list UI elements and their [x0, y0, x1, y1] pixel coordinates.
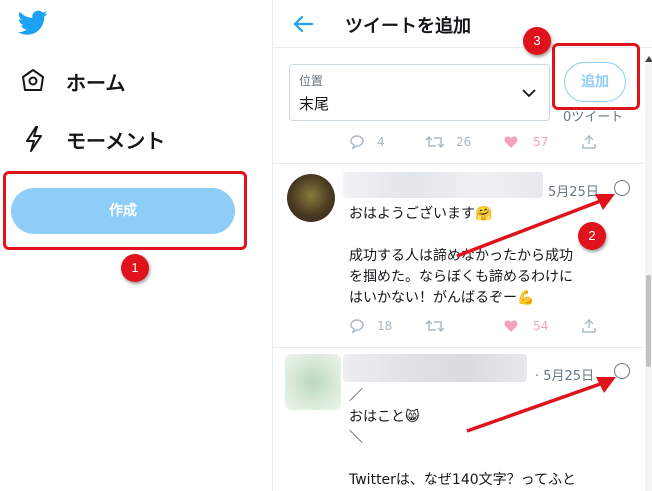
like-count: 54	[533, 319, 549, 333]
heart-icon[interactable]	[503, 135, 519, 149]
sidebar-item-moments[interactable]: モーメント	[20, 120, 240, 156]
retweet-count: 26	[456, 135, 472, 149]
lightning-icon	[26, 126, 42, 152]
heart-icon[interactable]	[503, 319, 519, 333]
scroll-up-arrow[interactable]	[645, 56, 652, 62]
share-icon[interactable]	[581, 318, 597, 334]
sidebar-item-label: ホーム	[66, 71, 126, 95]
retweet-icon[interactable]	[425, 318, 445, 334]
sidebar-item-home[interactable]: ホーム	[20, 62, 240, 98]
position-select-value: 末尾	[299, 95, 330, 113]
retweet-icon[interactable]	[425, 134, 445, 150]
annotation-badge-1: 1	[121, 254, 149, 282]
annotation-badge-2: 2	[578, 222, 606, 250]
chevron-down-icon	[522, 89, 536, 98]
scrollbar-thumb[interactable]	[646, 275, 651, 367]
back-arrow-icon[interactable]	[292, 14, 314, 34]
page-title: ツイートを追加	[345, 16, 471, 37]
twitter-logo-icon[interactable]	[18, 10, 48, 36]
sidebar-item-label: モーメント	[66, 129, 166, 153]
reply-count: 4	[377, 135, 385, 149]
highlight-box-3	[552, 43, 640, 110]
avatar	[285, 354, 341, 410]
highlight-box-1	[3, 171, 247, 250]
reply-count: 18	[377, 319, 393, 333]
annotation-badge-3: 3	[523, 27, 551, 55]
avatar	[287, 174, 335, 222]
top-action-row: 4 26 57	[349, 134, 609, 152]
like-count: 57	[533, 135, 549, 149]
share-icon[interactable]	[581, 134, 597, 150]
tweet-action-row: 18 54	[349, 318, 609, 336]
add-tweet-panel: ツイートを追加 位置 末尾 追加 0ツイート 3 4 26 57 5月25日 お…	[273, 0, 652, 491]
reply-icon[interactable]	[349, 318, 365, 334]
position-select-label: 位置	[299, 74, 324, 88]
reply-icon[interactable]	[349, 134, 365, 150]
home-icon	[22, 69, 44, 91]
position-select[interactable]: 位置 末尾	[289, 64, 550, 121]
left-sidebar: ホーム モーメント 作成 1	[0, 0, 272, 491]
annotation-arrow-icon	[466, 377, 616, 433]
